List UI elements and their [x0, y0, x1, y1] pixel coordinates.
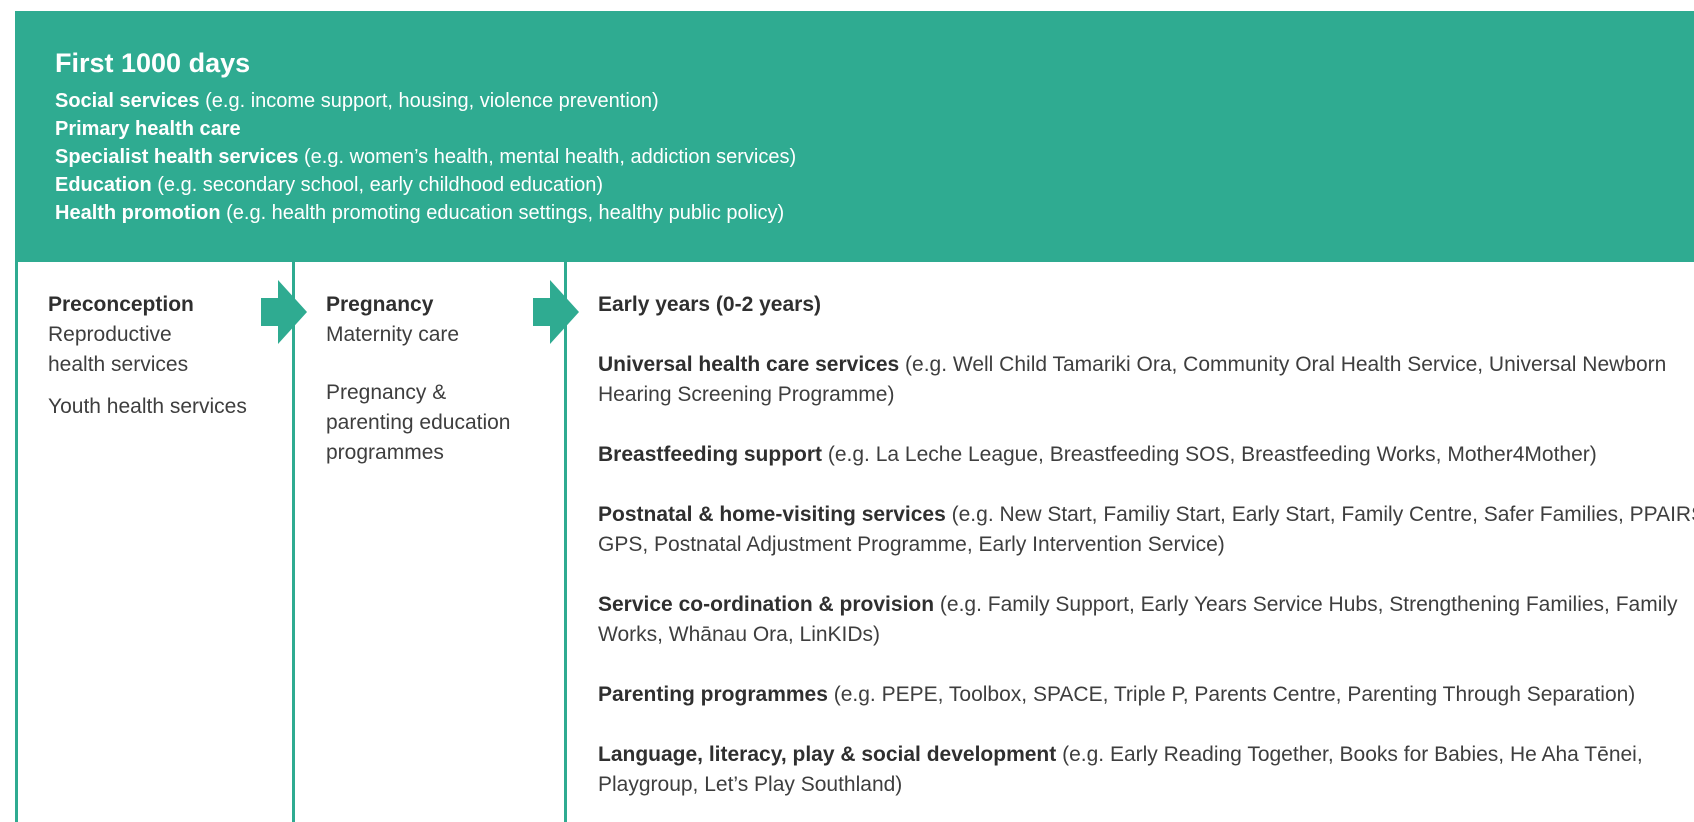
early-years-heading: Early years (0-2 years) [598, 293, 821, 316]
preconception-column: Preconception Reproductive health servic… [48, 290, 268, 422]
banner-line-bold: Primary health care [55, 118, 241, 141]
early-years-item-bold: Postnatal & home-visiting services [598, 503, 946, 526]
banner-title: First 1000 days [55, 48, 251, 78]
pregnancy-column: Pregnancy Maternity care Pregnancy & par… [326, 290, 551, 468]
pregnancy-item: Maternity care [326, 323, 460, 346]
column-divider [564, 262, 567, 822]
preconception-item-line: Reproductive [48, 323, 172, 346]
banner-line-rest: (e.g. health promoting education setting… [220, 202, 785, 225]
banner-line-education: Education (e.g. secondary school, early … [55, 171, 1694, 199]
banner-line-social: Social services (e.g. income support, ho… [55, 87, 1694, 115]
early-years-item-rest: (e.g. PEPE, Toolbox, SPACE, Triple P, Pa… [827, 683, 1636, 706]
banner-line-bold: Education [55, 174, 152, 197]
early-years-item-bold: Parenting programmes [598, 683, 828, 706]
early-years-item: Universal health care services (e.g. Wel… [598, 350, 1694, 410]
early-years-item: Parenting programmes (e.g. PEPE, Toolbox… [598, 680, 1694, 710]
early-years-item-bold: Universal health care services [598, 353, 900, 376]
early-years-item-bold: Breastfeeding support [598, 443, 823, 466]
banner-line-bold: Specialist health services [55, 146, 299, 169]
column-divider [15, 262, 18, 822]
early-years-item: Language, literacy, play & social develo… [598, 740, 1694, 800]
early-years-item: Service co-ordination & provision (e.g. … [598, 590, 1694, 650]
banner-line-health-promotion: Health promotion (e.g. health promoting … [55, 199, 1694, 227]
early-years-column: Early years (0-2 years) Universal health… [598, 290, 1694, 822]
pregnancy-item-line: Pregnancy & [326, 381, 447, 404]
early-years-item-rest: (e.g. La Leche League, Breastfeeding SOS… [822, 443, 1597, 466]
banner-line-rest: (e.g. women’s health, mental health, add… [298, 146, 797, 169]
early-years-item: Postnatal & home-visiting services (e.g.… [598, 500, 1694, 560]
preconception-heading: Preconception [48, 293, 194, 316]
banner: First 1000 days Social services (e.g. in… [15, 11, 1694, 262]
banner-line-bold: Health promotion [55, 202, 221, 225]
pregnancy-item-line: parenting education [326, 411, 511, 434]
banner-line-bold: Social services [55, 90, 200, 113]
early-years-item-bold: Service co-ordination & provision [598, 593, 935, 616]
banner-line-primary: Primary health care [55, 115, 1694, 143]
banner-line-specialist: Specialist health services (e.g. women’s… [55, 143, 1694, 171]
column-divider [292, 262, 295, 822]
banner-line-rest: (e.g. secondary school, early childhood … [151, 174, 604, 197]
preconception-item-line: health services [48, 353, 189, 376]
pregnancy-item-line: programmes [326, 441, 444, 464]
first-1000-days-diagram: First 1000 days Social services (e.g. in… [0, 0, 1694, 822]
pregnancy-heading: Pregnancy [326, 293, 434, 316]
banner-line-rest: (e.g. income support, housing, violence … [199, 90, 659, 113]
early-years-item-bold: Language, literacy, play & social develo… [598, 743, 1057, 766]
early-years-item: Breastfeeding support (e.g. La Leche Lea… [598, 440, 1694, 470]
preconception-item: Youth health services [48, 395, 247, 418]
